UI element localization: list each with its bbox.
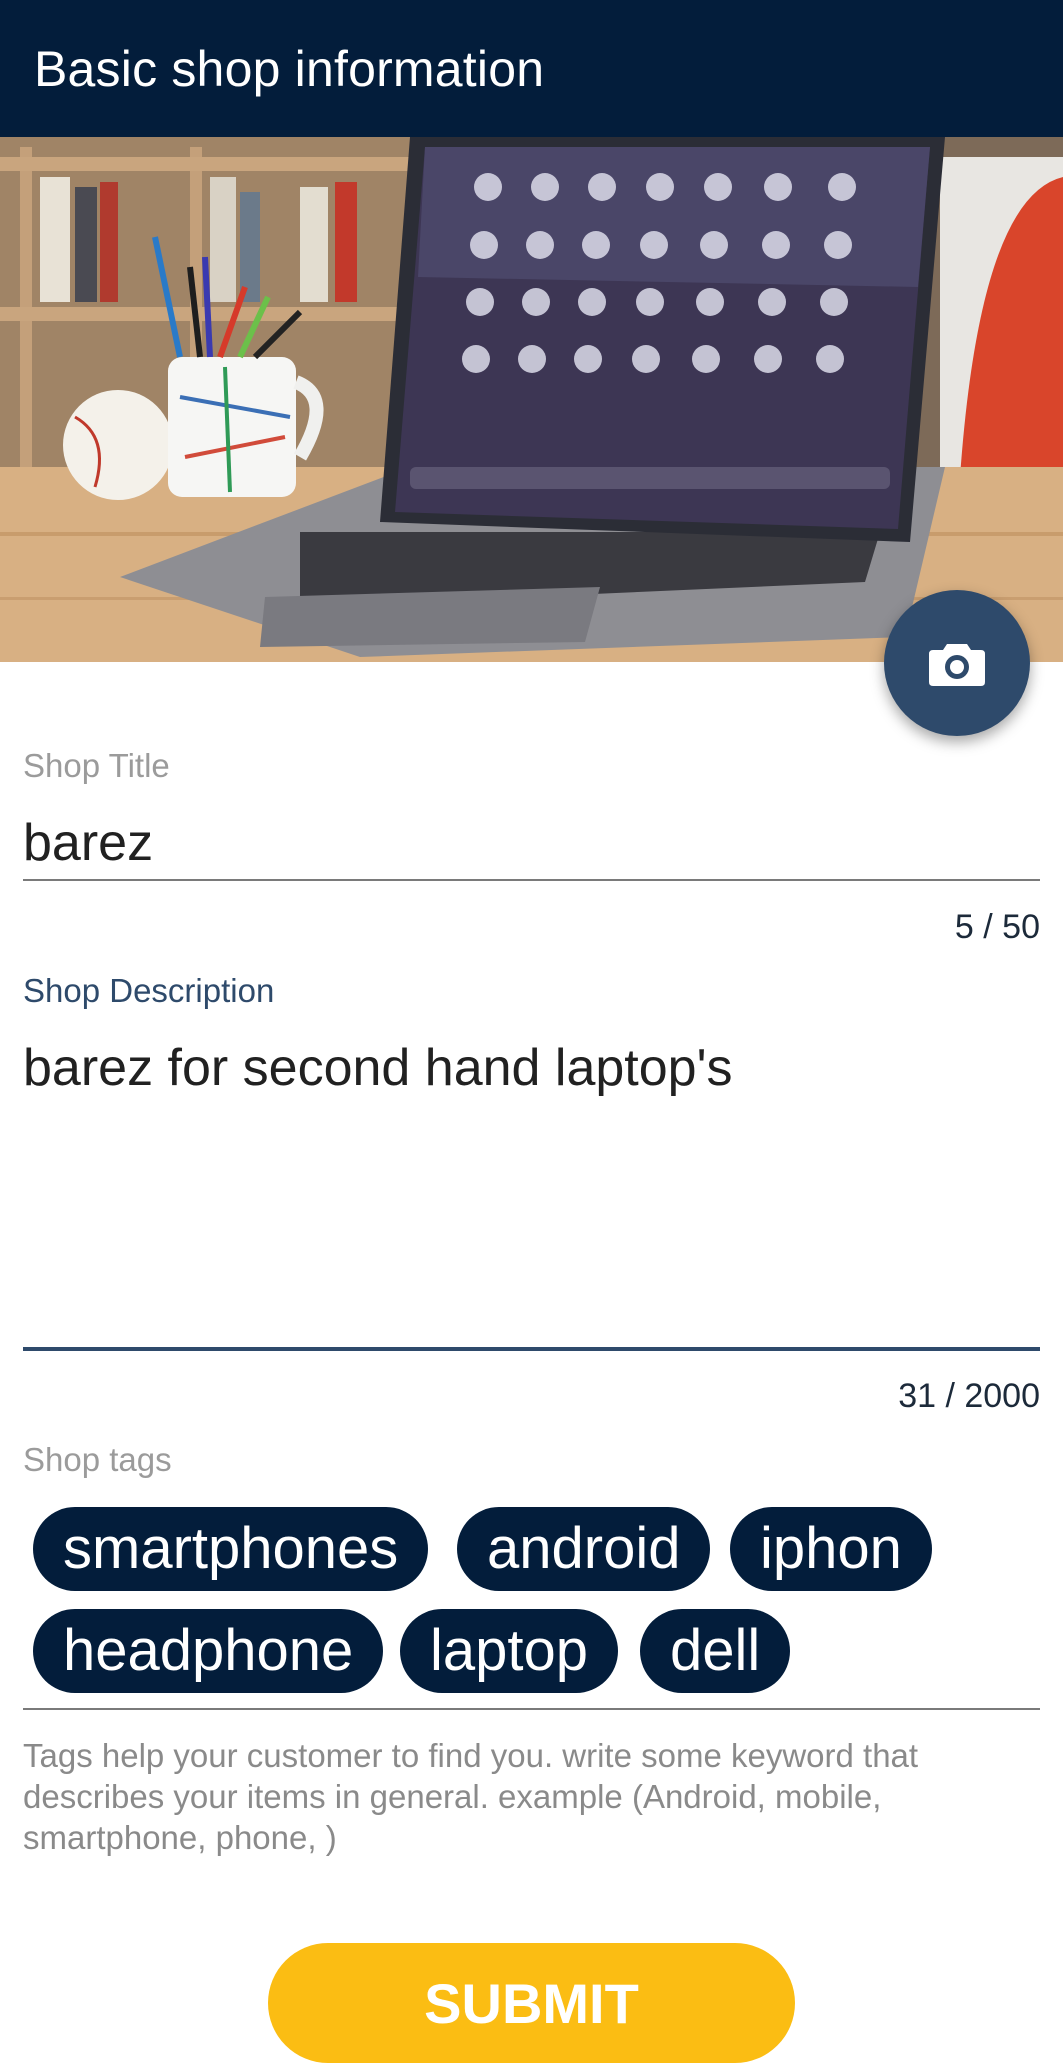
tag-chip[interactable]: laptop [400, 1609, 619, 1693]
tags-helper-text: Tags help your customer to find you. wri… [23, 1737, 919, 1856]
shop-title-underline [23, 879, 1040, 881]
tag-chip[interactable]: iphon [730, 1507, 932, 1591]
shop-title-input[interactable]: barez [23, 813, 153, 873]
change-cover-photo-button[interactable] [884, 590, 1030, 736]
shop-description-underline [23, 1347, 1040, 1351]
tag-chip[interactable]: headphone [33, 1609, 384, 1693]
camera-icon [929, 644, 985, 686]
submit-button[interactable]: SUBMIT [268, 1943, 795, 2063]
tag-chip[interactable]: android [457, 1507, 711, 1591]
tag-chip[interactable]: dell [640, 1609, 791, 1693]
shop-cover-image[interactable] [0, 137, 1063, 662]
shop-description-counter: 31 / 2000 [898, 1377, 1040, 1415]
shop-title-label: Shop Title [23, 747, 170, 784]
page-title: Basic shop information [34, 40, 545, 97]
shop-tags-underline [23, 1708, 1040, 1710]
shop-tags-label: Shop tags [23, 1441, 172, 1478]
shop-description-input[interactable]: barez for second hand laptop's [23, 1038, 733, 1098]
tag-chip[interactable]: smartphones [33, 1507, 429, 1591]
submit-button-label: SUBMIT [424, 1972, 639, 2035]
cover-photo-illustration [0, 137, 1063, 662]
app-bar: Basic shop information [0, 0, 1063, 137]
shop-description-label: Shop Description [23, 972, 275, 1009]
shop-title-counter: 5 / 50 [954, 908, 1040, 946]
